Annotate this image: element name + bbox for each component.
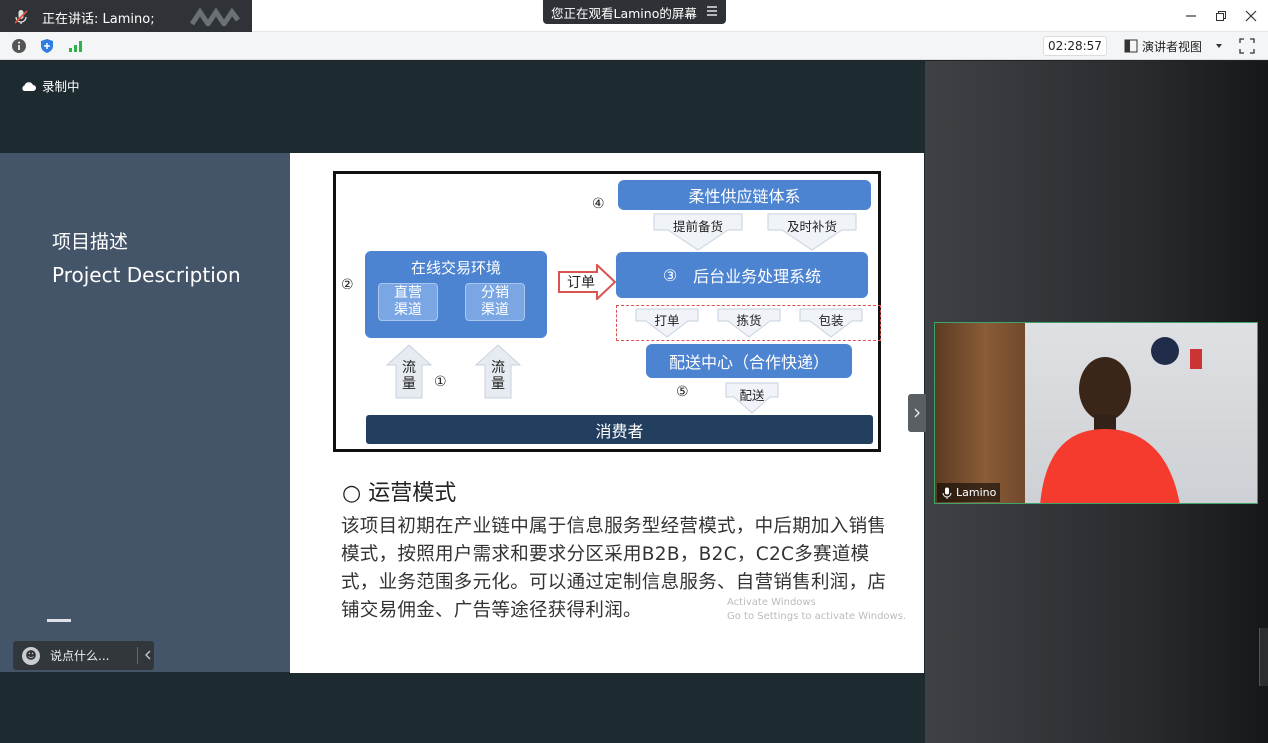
participant-video-tile[interactable]: Lamino: [934, 322, 1258, 504]
chevron-right-icon: [914, 408, 920, 418]
watermark-line-2: Go to Settings to activate Windows.: [727, 611, 907, 622]
online-trade-box: 在线交易环境 直营 渠道 分销 渠道: [365, 251, 547, 338]
operation-mode-heading: ○ 运营模式: [342, 481, 457, 506]
chat-input-box[interactable]: ☻ 说点什么...: [13, 641, 154, 670]
scrollbar-thumb[interactable]: [1259, 628, 1268, 686]
step-number-4: ④: [592, 196, 605, 212]
restock-label: 及时补货: [786, 219, 837, 234]
meeting-toolbar: 02:28:57 演讲者视图: [0, 32, 1268, 60]
step-number-3: ③: [662, 265, 678, 285]
step-number-2: ②: [341, 277, 354, 293]
step-number-5: ⑤: [676, 384, 689, 400]
traffic-label-2: 流 量: [491, 360, 505, 392]
chat-placeholder: 说点什么...: [50, 649, 110, 663]
minimize-icon[interactable]: [1181, 6, 1201, 26]
emoji-icon[interactable]: ☻: [22, 646, 40, 665]
direct-channel-box: 直营 渠道: [378, 283, 438, 321]
title-bar: 正在讲话: Lamino; 您正在观看Lamino的屏幕: [0, 0, 1268, 34]
order-label: 订单: [567, 275, 595, 291]
delivery-center-box: 配送中心（合作快递）: [646, 344, 852, 378]
layout-icon: [1124, 39, 1138, 53]
microphone-icon: [942, 487, 952, 499]
waveform-icon: [190, 8, 240, 26]
restore-icon[interactable]: [1211, 6, 1231, 26]
fullscreen-icon[interactable]: [1238, 37, 1256, 55]
close-icon[interactable]: [1241, 6, 1261, 26]
supply-chain-box: 柔性供应链体系: [618, 180, 871, 210]
participant-avatar: [1040, 337, 1202, 503]
presenter-view-label: 演讲者视图: [1142, 39, 1203, 54]
info-icon[interactable]: [10, 37, 28, 55]
business-flow-diagram: ④ ② ① ⑤ 柔性供应链体系 提前备货 及时补货 在线交易环境 直营 渠道 分…: [333, 171, 881, 452]
security-shield-icon[interactable]: [38, 37, 56, 55]
mic-muted-icon[interactable]: [10, 6, 32, 28]
consumer-bar: 消费者: [366, 415, 873, 444]
speaking-indicator: 正在讲话: Lamino;: [0, 0, 252, 34]
prep-stock-label: 提前备货: [672, 219, 723, 234]
consumer-label: 消费者: [595, 421, 644, 441]
recording-label: 录制中: [42, 79, 80, 94]
backend-system-box: ③ 后台业务处理系统: [616, 252, 868, 298]
pack-label: 包装: [818, 313, 844, 328]
step-number-1: ①: [434, 374, 447, 390]
backend-system-label: 后台业务处理系统: [693, 267, 822, 286]
presenter-view-button[interactable]: 演讲者视图: [1118, 36, 1226, 56]
slide-content-panel: ④ ② ① ⑤ 柔性供应链体系 提前备货 及时补货 在线交易环境 直营 渠道 分…: [290, 153, 924, 673]
chat-separator: [137, 647, 138, 664]
signal-strength-icon[interactable]: [66, 37, 84, 55]
print-label: 打单: [654, 313, 680, 328]
delivery-center-label: 配送中心（合作快递）: [668, 353, 829, 372]
delivery-label: 配送: [739, 388, 765, 403]
traffic-label-1: 流 量: [402, 360, 416, 392]
slide-title-cn: 项目描述: [52, 231, 129, 253]
watermark-line-1: Activate Windows: [727, 597, 816, 608]
slide-divider: [47, 619, 71, 622]
meeting-timer: 02:28:57: [1043, 36, 1107, 56]
supply-chain-label: 柔性供应链体系: [688, 187, 801, 206]
chevron-down-icon: [1216, 44, 1223, 48]
menu-icon[interactable]: [706, 5, 718, 17]
share-banner-label: 您正在观看Lamino的屏幕: [551, 5, 697, 21]
slide-title-en: Project Description: [52, 263, 241, 287]
participant-name: Lamino: [956, 486, 997, 499]
slide-left-panel: 项目描述 Project Description: [0, 153, 290, 672]
cloud-icon: [22, 81, 36, 91]
activation-watermark: Activate Windows Go to Settings to activ…: [727, 596, 906, 624]
share-banner: 您正在观看Lamino的屏幕: [543, 0, 726, 24]
pick-label: 拣货: [736, 313, 762, 328]
video-background-door: [935, 323, 1035, 503]
chevron-left-icon[interactable]: [144, 646, 152, 664]
participant-name-tag: Lamino: [937, 483, 1000, 502]
recording-indicator: 录制中: [20, 76, 80, 95]
distribution-channel-box: 分销 渠道: [465, 283, 525, 321]
collapse-panel-button[interactable]: [908, 394, 926, 432]
online-trade-label: 在线交易环境: [410, 259, 501, 277]
speaking-label: 正在讲话: Lamino;: [42, 11, 155, 27]
